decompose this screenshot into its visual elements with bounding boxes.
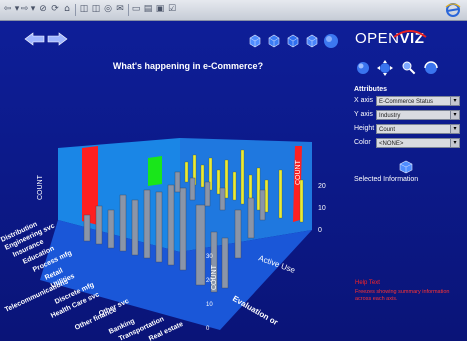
yellow-bar[interactable] xyxy=(256,167,261,211)
tick-label: 20 xyxy=(318,183,326,190)
gray-bar[interactable] xyxy=(259,189,266,221)
gray-bar[interactable] xyxy=(204,181,211,207)
gray-bar[interactable] xyxy=(131,199,139,256)
attribute-row-color: Color <NONE> ▾ xyxy=(354,137,462,151)
yellow-bar[interactable] xyxy=(264,179,269,213)
attributes-heading: Attributes xyxy=(354,86,388,93)
right-count-axis-label: COUNT xyxy=(295,159,302,185)
move-icon[interactable] xyxy=(376,59,394,77)
gray-bar[interactable] xyxy=(195,204,206,286)
chevron-down-icon[interactable]: ▾ xyxy=(450,125,459,133)
gray-bar[interactable] xyxy=(167,184,175,266)
left-count-axis-label: COUNT xyxy=(37,174,44,200)
tick-label: 10 xyxy=(318,205,326,212)
attribute-row-y-axis: Y axis Industry ▾ xyxy=(354,109,462,123)
gray-bar[interactable] xyxy=(83,214,91,242)
gray-bar[interactable] xyxy=(155,191,163,263)
select-value: Count xyxy=(379,127,396,133)
tick-label: 0 xyxy=(318,227,322,234)
yellow-bar[interactable] xyxy=(184,161,189,183)
height-select[interactable]: Count ▾ xyxy=(376,124,460,134)
yellow-bar[interactable] xyxy=(216,169,221,195)
internet-explorer-icon[interactable] xyxy=(445,2,461,18)
yellow-bar[interactable] xyxy=(232,171,237,201)
3d-bar-chart[interactable]: COUNT COUNT COUNT 20 10 0 30 20 10 0 Act… xyxy=(0,0,345,341)
openviz-logo: OPENVIZ xyxy=(355,30,427,54)
tick-label: 10 xyxy=(206,302,213,308)
gray-bar[interactable] xyxy=(189,177,196,201)
yellow-bar[interactable] xyxy=(278,169,283,219)
gray-bar[interactable] xyxy=(247,197,255,239)
attribute-label: Y axis xyxy=(354,111,373,118)
openviz-window: ⇦ ▾ ⇨ ▾ ⊘ ⟳ ⌂ ◫ ◫ ◎ ✉ ▭ ▤ ▣ ☑ OPENVIZ At… xyxy=(0,0,467,341)
zoom-icon[interactable] xyxy=(401,60,417,76)
chevron-down-icon[interactable]: ▾ xyxy=(450,111,459,119)
logo-arc-icon xyxy=(393,30,427,38)
selected-info-icon[interactable] xyxy=(398,160,414,174)
rotate-icon[interactable] xyxy=(422,59,440,77)
gray-bar[interactable] xyxy=(95,205,103,245)
tick-label: 20 xyxy=(206,278,213,284)
chevron-down-icon[interactable]: ▾ xyxy=(450,97,459,105)
select-value: Industry xyxy=(379,113,401,119)
gray-bar[interactable] xyxy=(107,209,115,249)
yellow-bar[interactable] xyxy=(224,159,229,199)
attribute-row-height: Height Count ▾ xyxy=(354,123,462,137)
yellow-bar[interactable] xyxy=(200,164,205,188)
color-select[interactable]: <NONE> ▾ xyxy=(376,138,460,148)
gray-bar[interactable] xyxy=(219,187,226,211)
yellow-bar[interactable] xyxy=(240,149,245,205)
attribute-label: X axis xyxy=(354,97,374,104)
y-axis-select[interactable]: Industry ▾ xyxy=(376,110,460,120)
attribute-row-x-axis: X axis E-Commerce Status ▾ xyxy=(354,95,462,109)
selected-information-label: Selected Information xyxy=(354,176,419,183)
help-body: Freezes showing summary information acro… xyxy=(355,289,450,302)
yellow-bar[interactable] xyxy=(299,179,304,223)
chevron-down-icon[interactable]: ▾ xyxy=(450,139,459,147)
help-title: Help Text xyxy=(355,280,380,286)
depth-label-evaluation: Evaluation or xyxy=(231,294,279,327)
green-block[interactable] xyxy=(148,156,162,186)
sphere-icon[interactable] xyxy=(355,60,371,76)
gray-bar[interactable] xyxy=(234,209,242,259)
attribute-label: Height xyxy=(354,125,375,132)
attributes-panel: Attributes X axis E-Commerce Status ▾ Y a… xyxy=(354,86,462,151)
attribute-label: Color xyxy=(354,139,371,146)
tick-label: 30 xyxy=(206,254,213,260)
select-value: E-Commerce Status xyxy=(379,99,434,105)
gray-bar[interactable] xyxy=(221,237,229,289)
gray-bar[interactable] xyxy=(143,189,151,259)
red-block[interactable] xyxy=(82,146,98,225)
x-axis-select[interactable]: E-Commerce Status ▾ xyxy=(376,96,460,106)
gray-bar[interactable] xyxy=(179,187,187,271)
select-value: <NONE> xyxy=(379,141,404,147)
gray-bar[interactable] xyxy=(119,194,127,252)
gray-bar[interactable] xyxy=(174,171,181,193)
